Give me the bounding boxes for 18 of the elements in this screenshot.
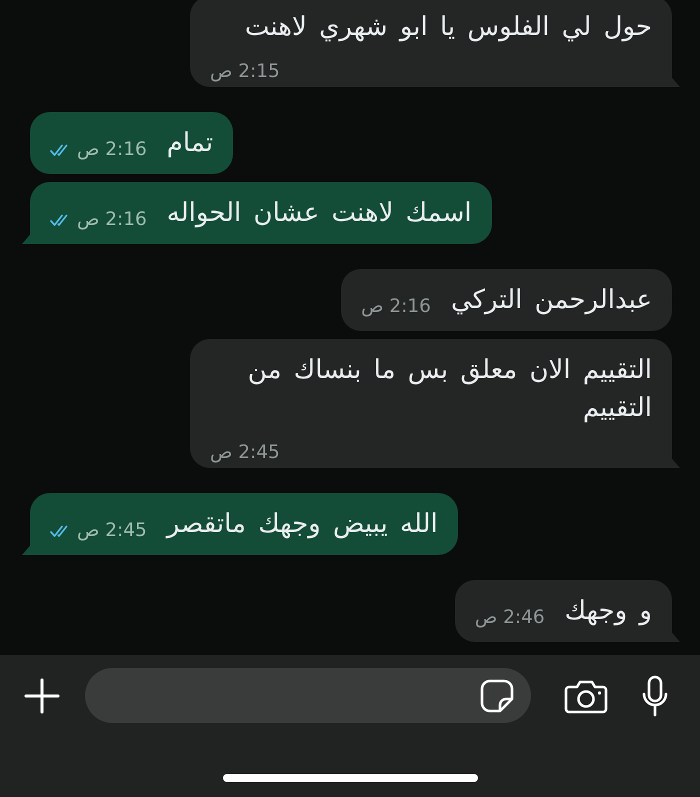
message-text: التقييم الان معلق بس ما بنساك من التقييم: [246, 354, 652, 425]
message-text: عبدالرحمن التركي: [450, 284, 652, 317]
message-time: 2:46 ص: [474, 606, 545, 630]
sticker-icon[interactable]: [480, 678, 514, 712]
message-time: 2:16 ص: [361, 295, 431, 319]
message-time: 2:16 ص: [77, 138, 147, 162]
message-time: 2:16 ص: [77, 208, 147, 232]
plus-icon[interactable]: [24, 678, 60, 714]
message-text: تمام: [166, 127, 214, 160]
camera-icon[interactable]: [564, 678, 608, 714]
message-time: 2:45 ص: [77, 519, 147, 543]
message-text: و وجهك: [564, 595, 652, 628]
message-time: 2:45 ص: [210, 441, 280, 465]
message-time: 2:15 ص: [210, 60, 280, 84]
message-text: اسمك لاهنت عشان الحواله: [166, 197, 472, 230]
message-text: الله يبيض وجهك ماتقصر: [166, 508, 438, 541]
message-text: حول لي الفلوس يا ابو شهري لاهنت: [244, 11, 652, 44]
microphone-icon[interactable]: [641, 674, 669, 716]
